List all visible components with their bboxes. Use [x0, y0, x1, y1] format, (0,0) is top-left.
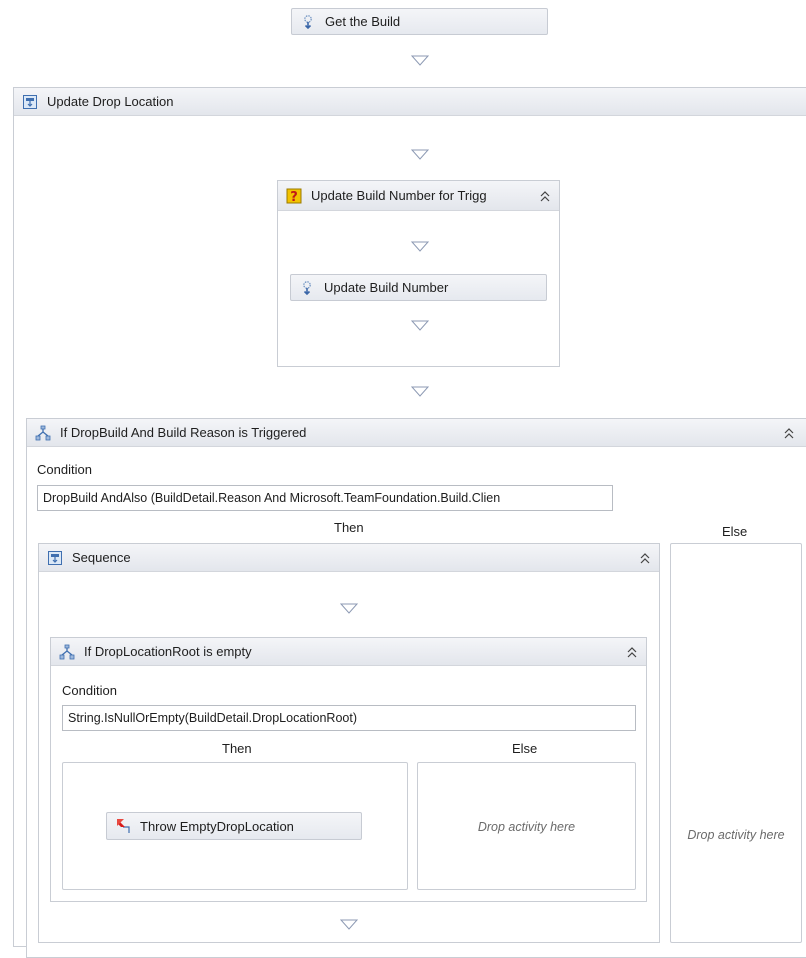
else-label: Else [512, 741, 538, 756]
condition-field[interactable]: DropBuild AndAlso (BuildDetail.Reason An… [37, 485, 613, 511]
condition-label: Condition [62, 683, 117, 698]
svg-text:?: ? [290, 190, 298, 204]
then-label: Then [222, 741, 252, 756]
flow-arrow-icon [411, 386, 429, 397]
sequence-icon [23, 94, 37, 109]
activity-header[interactable]: ? Update Build Number for Trigg [278, 181, 559, 211]
drop-activity-hint: Drop activity here [477, 820, 576, 834]
else-drop-zone[interactable]: Drop activity here [670, 543, 802, 943]
if-header[interactable]: If DropBuild And Build Reason is Trigger… [27, 419, 806, 447]
activity-label: Get the Build [325, 14, 401, 29]
activity-update-build-number[interactable]: Update Build Number [290, 274, 547, 301]
flow-arrow-icon [340, 603, 358, 614]
sequence-label: Update Drop Location [47, 94, 174, 109]
if-icon [35, 425, 51, 440]
else-drop-zone[interactable]: Drop activity here [417, 762, 636, 890]
activity-icon [304, 14, 312, 29]
flow-arrow-icon [411, 149, 429, 160]
flow-arrow-icon [411, 241, 429, 252]
flow-arrow-icon [340, 919, 358, 930]
else-label: Else [722, 524, 748, 539]
if-label: If DropLocationRoot is empty [84, 644, 252, 659]
question-icon: ? [286, 188, 302, 204]
condition-field[interactable]: String.IsNullOrEmpty(BuildDetail.DropLoc… [62, 705, 636, 731]
if-header[interactable]: If DropLocationRoot is empty [51, 638, 646, 666]
sequence-header[interactable]: Update Drop Location [14, 88, 806, 116]
activity-label: Update Build Number for Trigg [311, 188, 487, 203]
then-label: Then [334, 520, 364, 535]
if-label: If DropBuild And Build Reason is Trigger… [60, 425, 307, 440]
activity-label: Update Build Number [324, 280, 449, 295]
activity-get-the-build[interactable]: Get the Build [291, 8, 548, 35]
collapse-chevron-icon[interactable] [639, 551, 651, 565]
if-icon [59, 644, 75, 659]
sequence-label: Sequence [72, 550, 131, 565]
collapse-chevron-icon[interactable] [539, 189, 551, 203]
throw-icon [117, 819, 130, 833]
activity-label: Throw EmptyDropLocation [140, 818, 294, 834]
activity-icon [303, 280, 311, 295]
flow-arrow-icon [411, 55, 429, 66]
condition-label: Condition [37, 462, 92, 477]
sequence-header[interactable]: Sequence [39, 544, 659, 572]
drop-activity-hint: Drop activity here [687, 828, 785, 842]
flow-arrow-icon [411, 320, 429, 331]
collapse-chevron-icon[interactable] [626, 645, 638, 659]
sequence-icon [48, 550, 62, 565]
activity-throw-empty-drop-location[interactable]: Throw EmptyDropLocation [106, 812, 362, 840]
collapse-chevron-icon[interactable] [783, 426, 795, 440]
